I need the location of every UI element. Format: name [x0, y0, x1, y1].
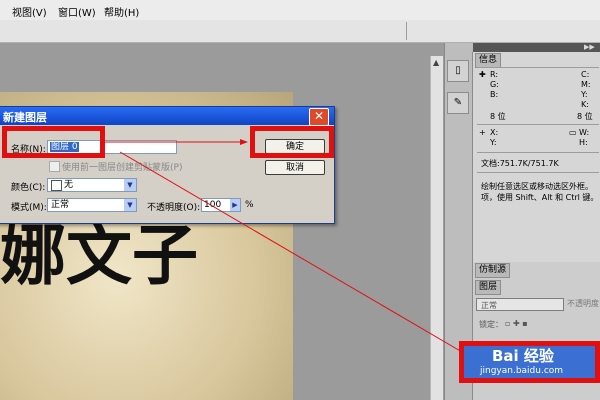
annotation-arrows	[105, 139, 463, 353]
annotation-link-line	[119, 151, 463, 353]
annotation-arrowhead	[240, 139, 248, 145]
